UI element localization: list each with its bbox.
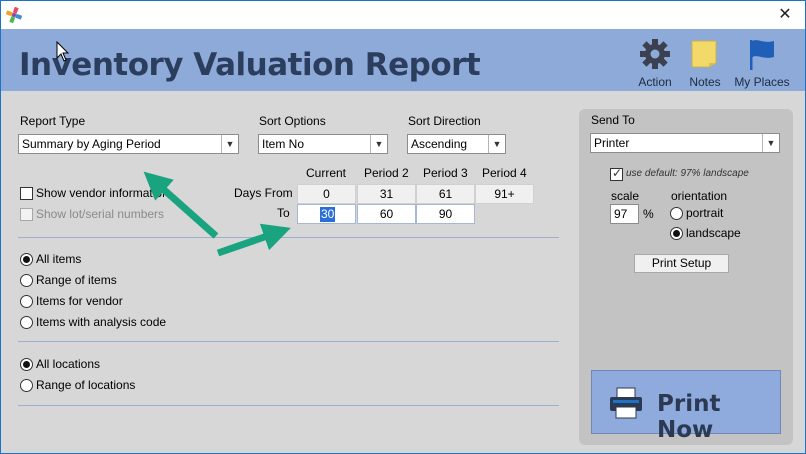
all-items-label: All items [36, 252, 82, 266]
to-period-3-input[interactable]: 90 [416, 204, 475, 224]
range-of-locations-label: Range of locations [36, 378, 136, 392]
portrait-label: portrait [686, 206, 724, 220]
days-from-period-2: 31 [357, 184, 416, 204]
mouse-cursor-icon [56, 41, 70, 62]
radio-all-locations[interactable] [20, 358, 33, 371]
show-lot-label: Show lot/serial numbers [36, 207, 165, 221]
print-now-label: Print Now [657, 391, 721, 443]
to-label: To [277, 206, 290, 220]
page-title: Inventory Valuation Report [19, 47, 481, 83]
all-locations-label: All locations [36, 357, 101, 371]
flag-icon [750, 40, 774, 70]
divider [18, 405, 559, 406]
sticky-note-icon [691, 40, 717, 68]
aging-header-current: Current [306, 166, 347, 180]
report-header: Inventory Valuation Report Action Notes … [1, 29, 805, 91]
gear-icon [640, 39, 670, 69]
scale-input[interactable]: 97 [610, 204, 639, 224]
use-default-label: use default: 97% landscape [626, 168, 749, 179]
notes-label: Notes [689, 75, 721, 89]
my-places-label: My Places [734, 75, 790, 89]
send-to-select[interactable]: Printer ▼ [590, 133, 780, 153]
show-lot-checkbox[interactable] [20, 208, 33, 221]
aging-header-period-4: Period 4 [482, 166, 527, 180]
show-vendor-checkbox[interactable] [20, 187, 33, 200]
chevron-down-icon: ▼ [221, 135, 238, 153]
send-to-label: Send To [591, 113, 635, 127]
chevron-down-icon: ▼ [762, 134, 779, 152]
sort-options-label: Sort Options [259, 114, 326, 128]
radio-range-of-items[interactable] [20, 274, 33, 287]
days-from-current: 0 [297, 184, 356, 204]
radio-range-of-locations[interactable] [20, 379, 33, 392]
report-type-label: Report Type [20, 114, 86, 128]
report-type-select[interactable]: Summary by Aging Period ▼ [18, 134, 239, 154]
items-with-analysis-code-label: Items with analysis code [36, 315, 167, 329]
chevron-down-icon: ▼ [370, 135, 387, 153]
divider [18, 341, 559, 342]
print-setup-button[interactable]: Print Setup [634, 254, 729, 273]
my-places-button[interactable]: My Places [733, 35, 791, 89]
aging-header-period-3: Period 3 [423, 166, 468, 180]
sort-direction-value: Ascending [411, 137, 468, 151]
divider [18, 237, 559, 238]
sort-direction-label: Sort Direction [408, 114, 481, 128]
days-from-period-3: 61 [416, 184, 475, 204]
percent-label: % [643, 207, 654, 221]
report-type-value: Summary by Aging Period [22, 137, 161, 151]
orientation-label: orientation [671, 189, 728, 203]
days-from-period-4: 91+ [475, 184, 534, 204]
radio-items-with-analysis-code[interactable] [20, 316, 33, 329]
items-for-vendor-label: Items for vendor [36, 294, 123, 308]
use-default-checkbox[interactable] [610, 166, 623, 181]
to-current-value: 30 [320, 207, 336, 222]
radio-all-items[interactable] [20, 253, 33, 266]
send-to-value: Printer [594, 136, 630, 150]
printer-icon [610, 387, 642, 419]
aging-header-period-2: Period 2 [364, 166, 409, 180]
close-button[interactable]: ✕ [771, 4, 799, 26]
to-current-input[interactable]: 30 [297, 204, 356, 224]
radio-items-for-vendor[interactable] [20, 295, 33, 308]
sort-direction-select[interactable]: Ascending ▼ [407, 134, 506, 154]
landscape-label: landscape [686, 226, 741, 240]
show-vendor-label: Show vendor information [36, 186, 169, 200]
sort-options-value: Item No [262, 137, 305, 151]
report-window: ✕ Inventory Valuation Report Action Note… [1, 1, 805, 453]
print-now-button[interactable]: Print Now [591, 370, 781, 443]
app-logo-icon [6, 7, 22, 23]
title-bar: ✕ [1, 1, 805, 29]
sort-options-select[interactable]: Item No ▼ [258, 134, 388, 154]
days-from-label: Days From [234, 186, 293, 200]
chevron-down-icon: ▼ [488, 135, 505, 153]
radio-landscape[interactable] [670, 227, 683, 240]
radio-portrait[interactable] [670, 207, 683, 220]
notes-button[interactable]: Notes [676, 35, 734, 89]
scale-label: scale [611, 189, 640, 203]
range-of-items-label: Range of items [36, 273, 117, 287]
to-period-2-input[interactable]: 60 [357, 204, 416, 224]
